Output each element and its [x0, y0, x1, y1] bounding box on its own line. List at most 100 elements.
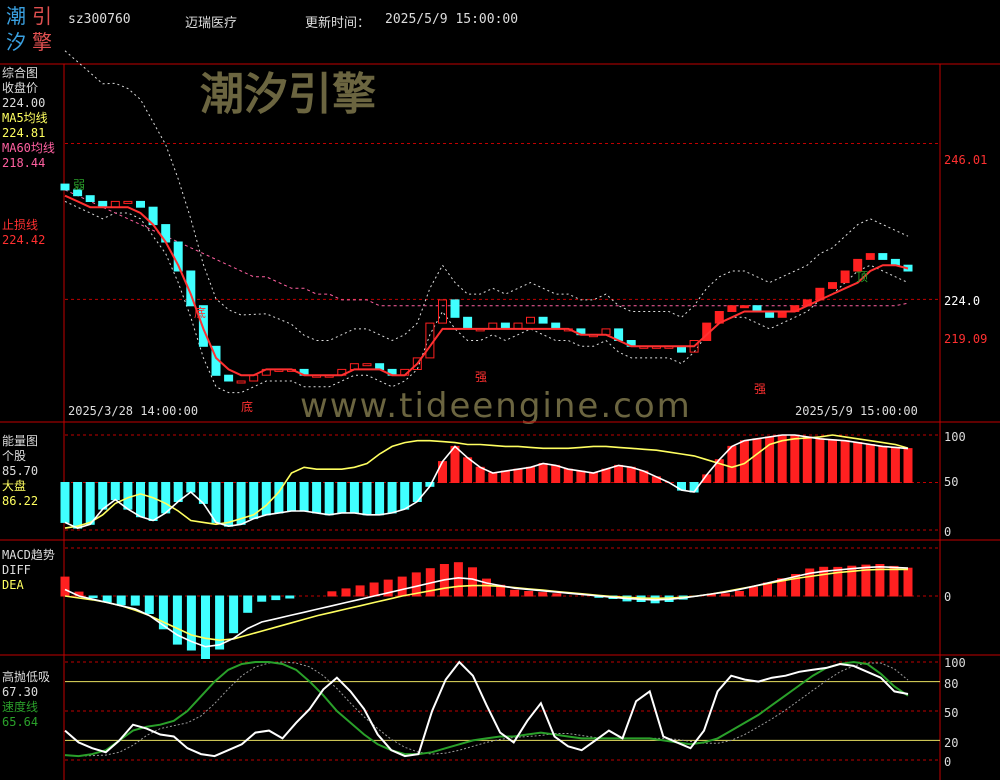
end-date: 2025/5/9 15:00:00	[795, 404, 918, 418]
energy-bar	[538, 463, 548, 483]
energy-bar	[299, 482, 309, 512]
macd-bar	[229, 595, 239, 634]
energy-bar	[752, 438, 762, 483]
energy-bar	[551, 464, 561, 483]
macd-bar	[552, 593, 562, 597]
axis2-100: 100	[944, 430, 966, 444]
stop-legend: 止损线 224.42	[2, 218, 45, 248]
macd-bar	[243, 595, 253, 613]
energy-bar	[438, 461, 447, 484]
panel4-legend: 高抛低吸 67.30 速度线 65.64	[2, 670, 50, 730]
macd-bar	[327, 591, 337, 597]
macd-bar	[341, 588, 351, 597]
marker-strong: 强	[754, 382, 767, 396]
energy-bar	[148, 482, 158, 521]
energy-bar	[224, 482, 234, 527]
price-candle	[224, 374, 234, 382]
energy-bar	[375, 482, 385, 516]
energy-bar	[903, 448, 913, 484]
axis1-top: 246.01	[944, 153, 988, 167]
axis1-mid: 224.0	[944, 294, 981, 308]
energy-bar	[161, 482, 171, 514]
price-candle	[136, 200, 145, 208]
panel2-legend: 能量图 个股 85.70 大盘 86.22	[2, 434, 38, 509]
chart-canvas	[0, 50, 1000, 780]
price-candle	[739, 305, 749, 309]
panel1-title: 综合图	[2, 66, 39, 80]
price-candle	[123, 200, 133, 204]
energy-bar	[337, 482, 347, 514]
diff-label: DIFF	[2, 563, 31, 577]
energy-bar	[790, 434, 800, 483]
energy-bar	[815, 438, 825, 483]
energy-bar	[312, 482, 322, 514]
macd-bar	[538, 592, 548, 597]
oscillator-line	[64, 660, 909, 758]
panel4-value: 67.30	[2, 685, 39, 699]
price-candle	[85, 195, 95, 202]
market-energy-value: 86.22	[2, 494, 39, 508]
price-candle	[236, 380, 246, 384]
energy-bar	[802, 436, 812, 483]
energy-bar	[463, 457, 473, 483]
macd-bar	[468, 567, 477, 597]
macd-bar	[369, 582, 379, 597]
energy-bar	[563, 468, 573, 484]
speed-value: 65.64	[2, 715, 39, 729]
price-candle	[865, 253, 875, 260]
panel1-legend: 综合图 收盘价 224.00 MA5均线 224.81 MA60均线 218.4…	[2, 66, 55, 171]
energy-bar	[475, 466, 485, 483]
macd-bar	[215, 595, 225, 650]
macd-bar	[889, 565, 899, 597]
macd-bar	[749, 586, 758, 597]
ma60-value: 218.44	[2, 156, 46, 170]
macd-bar	[201, 595, 210, 659]
price-candle	[828, 282, 837, 289]
energy-bar	[601, 468, 611, 484]
energy-bar	[287, 482, 296, 512]
marker-bottom: 底	[194, 306, 207, 320]
macd-bar	[734, 591, 744, 597]
energy-bar	[123, 482, 133, 510]
energy-bar	[387, 482, 397, 514]
close-label: 收盘价	[2, 81, 39, 95]
ma5-value: 224.81	[2, 126, 46, 140]
axis4-80: 80	[944, 677, 959, 691]
price-candle	[438, 299, 447, 324]
energy-bar	[865, 444, 875, 483]
energy-bar	[400, 482, 410, 510]
energy-bar	[576, 470, 586, 484]
panel4-title: 高抛低吸	[2, 670, 51, 684]
dea-label: DEA	[2, 578, 24, 592]
energy-bar	[828, 439, 837, 484]
macd-bar	[257, 595, 267, 602]
macd-bar	[144, 595, 154, 614]
macd-bar	[88, 595, 98, 599]
energy-bar	[626, 466, 636, 483]
energy-bar	[73, 482, 83, 529]
energy-bar	[110, 482, 120, 501]
energy-bar	[261, 482, 271, 516]
price-candle	[538, 316, 548, 324]
macd-bar	[285, 595, 295, 599]
price-candle	[463, 316, 473, 330]
energy-bar	[513, 468, 523, 484]
axis3-0: 0	[944, 590, 952, 604]
macd-bar	[116, 595, 126, 606]
energy-bar	[614, 464, 624, 483]
energy-bar	[488, 472, 498, 483]
energy-bar	[727, 445, 737, 483]
stock-energy-value: 85.70	[2, 464, 39, 478]
axis2-50: 50	[944, 475, 959, 489]
marker-strong: 强	[475, 370, 488, 384]
axis4-0: 0	[944, 755, 952, 769]
close-value: 224.00	[2, 96, 46, 110]
macd-bar	[524, 591, 534, 597]
axis4-20: 20	[944, 736, 959, 750]
energy-bar	[878, 445, 888, 483]
macd-bar	[397, 576, 407, 597]
stock-energy-label: 个股	[2, 449, 27, 463]
energy-bar	[890, 446, 900, 483]
macd-bar	[355, 585, 365, 597]
energy-bar	[500, 470, 510, 484]
